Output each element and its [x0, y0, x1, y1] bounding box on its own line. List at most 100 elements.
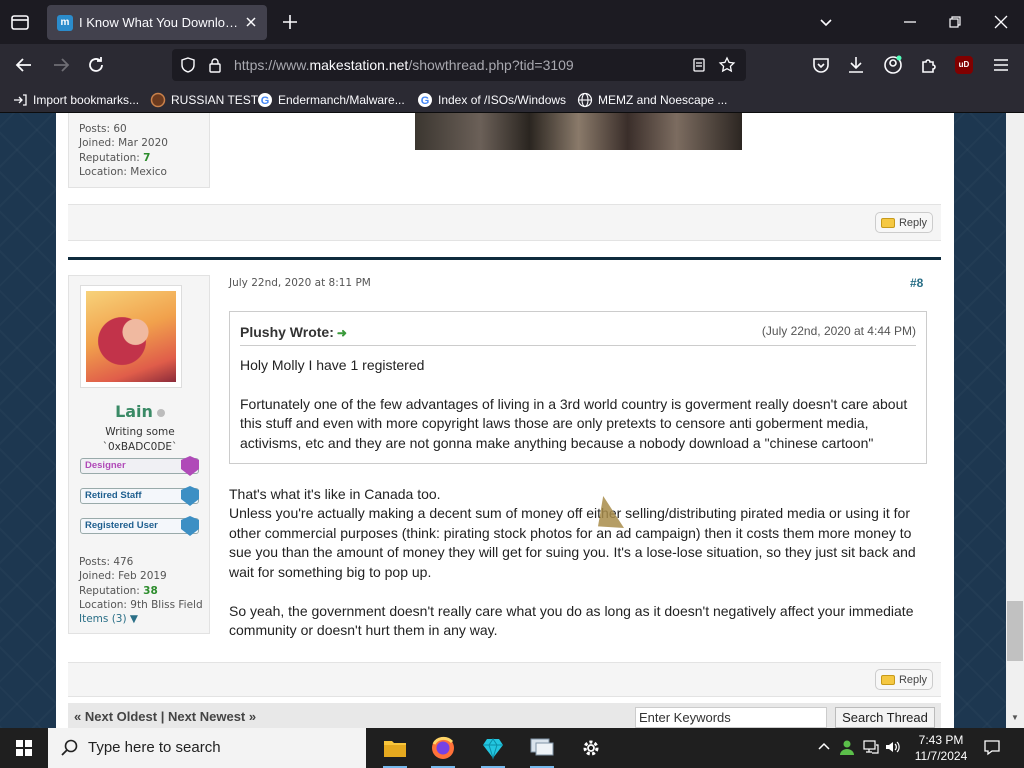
- window-close-icon[interactable]: [991, 12, 1011, 32]
- account-icon[interactable]: [882, 54, 904, 76]
- user-tray-icon[interactable]: [838, 738, 856, 756]
- page-scrollbar[interactable]: ▼: [1006, 113, 1024, 728]
- star-icon[interactable]: [718, 56, 736, 74]
- reputation-value[interactable]: 7: [143, 152, 150, 164]
- bookmark-import[interactable]: Import bookmarks...: [12, 91, 139, 109]
- reload-icon[interactable]: [85, 54, 107, 76]
- notifications-icon[interactable]: [983, 738, 1001, 756]
- back-arrow-icon[interactable]: [13, 54, 35, 76]
- author-reputation: Reputation: 38: [79, 585, 158, 597]
- author-posts: Posts: 60: [79, 123, 127, 135]
- author-location: Location: Mexico: [79, 166, 167, 178]
- bookmark-label: Endermanch/Malware...: [278, 93, 405, 107]
- gem-app-icon[interactable]: [469, 728, 517, 768]
- avatar[interactable]: [80, 285, 182, 388]
- minimize-icon[interactable]: [900, 12, 920, 32]
- search-thread-button[interactable]: Search Thread: [835, 707, 935, 728]
- close-icon[interactable]: [243, 14, 259, 30]
- firefox-icon[interactable]: [419, 728, 467, 768]
- post-line: Unless you're actually making a decent s…: [229, 505, 910, 521]
- volume-icon[interactable]: [884, 738, 902, 756]
- url-text[interactable]: https://www.makestation.net/showthread.p…: [234, 57, 574, 73]
- quote-line: Holy Molly I have 1 registered: [240, 357, 425, 373]
- bookmark-isos[interactable]: G Index of /ISOs/Windows: [417, 91, 566, 109]
- author-joined: Joined: Feb 2019: [79, 570, 167, 582]
- scroll-down-arrow-icon[interactable]: ▼: [1011, 713, 1019, 722]
- post-line: community or doesn't hurt them in any wa…: [229, 622, 498, 638]
- reply-button[interactable]: Reply: [875, 669, 933, 690]
- navigation-toolbar: https://www.makestation.net/showthread.p…: [0, 44, 1024, 86]
- userbar-label: Retired Staff: [85, 490, 142, 501]
- network-icon[interactable]: [862, 738, 880, 756]
- remote-desktop-icon[interactable]: [518, 728, 566, 768]
- hamburger-menu-icon[interactable]: [990, 54, 1012, 76]
- address-bar[interactable]: https://www.makestation.net/showthread.p…: [172, 49, 746, 81]
- ublock-origin-icon[interactable]: uD: [955, 56, 973, 74]
- file-explorer-icon[interactable]: [371, 728, 419, 768]
- bookmark-label: Import bookmarks...: [33, 93, 140, 107]
- google-icon: G: [257, 92, 273, 108]
- shield-icon[interactable]: [179, 56, 197, 74]
- thread-navigation: « Next Oldest | Next Newest » Enter Keyw…: [68, 703, 941, 728]
- url-prefix: https://www.: [234, 57, 310, 73]
- post-line: So yeah, the government doesn't really c…: [229, 603, 914, 619]
- site-favicon-icon: [150, 92, 166, 108]
- scrollbar-thumb[interactable]: [1007, 601, 1023, 661]
- items-link[interactable]: Items (3) ▼: [79, 613, 138, 625]
- user-title: Writing some: [105, 426, 175, 438]
- lock-icon[interactable]: [206, 56, 224, 74]
- tray-chevron-up-icon[interactable]: [815, 738, 833, 756]
- username[interactable]: Lain: [69, 402, 211, 421]
- new-tab-plus-icon[interactable]: [280, 12, 300, 32]
- reply-label: Reply: [898, 673, 928, 686]
- username-text: Lain: [115, 402, 153, 421]
- browser-tab-active[interactable]: m I Know What You Download...: [47, 5, 267, 40]
- forward-arrow-icon[interactable]: [50, 54, 72, 76]
- clock-date: 11/7/2024: [914, 749, 968, 763]
- bookmark-russian-test[interactable]: RUSSIAN TEST: [150, 91, 258, 109]
- userbar-label: Registered User: [85, 520, 158, 531]
- chevron-down-icon[interactable]: [816, 12, 836, 32]
- svg-text:G: G: [421, 95, 430, 107]
- post-line: wait for something big to pop up.: [229, 564, 432, 580]
- post-image: [415, 113, 742, 150]
- download-icon[interactable]: [845, 54, 867, 76]
- extensions-puzzle-icon[interactable]: [918, 54, 940, 76]
- reader-view-icon[interactable]: [690, 56, 708, 74]
- post-divider: [68, 257, 941, 260]
- taskbar-search-placeholder: Type here to search: [88, 739, 221, 756]
- svg-text:G: G: [261, 95, 270, 107]
- post-line: That's what it's like in Canada too.: [229, 486, 441, 502]
- reply-label: Reply: [898, 216, 928, 229]
- speech-bubble-icon: [880, 217, 895, 228]
- restore-icon[interactable]: [945, 12, 965, 32]
- reputation-label: Reputation:: [79, 152, 144, 164]
- userbar-retired-staff: Retired Staff: [80, 486, 199, 506]
- quote-line: this stuff and even with more copyright …: [240, 415, 869, 431]
- import-icon: [12, 92, 28, 108]
- quote-author: Plushy Wrote: ➜: [240, 324, 347, 340]
- reputation-label: Reputation:: [79, 585, 144, 597]
- pocket-icon[interactable]: [810, 54, 832, 76]
- globe-icon: [577, 92, 593, 108]
- post-author-sidebar: Posts: 60 Joined: Mar 2020 Reputation: 7…: [68, 113, 210, 188]
- bookmark-endermanch[interactable]: G Endermanch/Malware...: [257, 91, 405, 109]
- windows-start-icon[interactable]: [0, 728, 48, 768]
- next-oldest-newest-links[interactable]: « Next Oldest | Next Newest »: [74, 709, 256, 724]
- search-keywords-input[interactable]: Enter Keywords: [635, 707, 827, 728]
- post-line: sue you than the amount of money they wi…: [229, 544, 916, 560]
- bookmark-memz[interactable]: MEMZ and Noescape ...: [577, 91, 727, 109]
- quote-line: Fortunately one of the few advantages of…: [240, 396, 908, 412]
- tab-list-icon[interactable]: [8, 10, 32, 34]
- settings-gear-icon[interactable]: [567, 728, 615, 768]
- post-number-link[interactable]: #8: [910, 276, 923, 290]
- taskbar-search[interactable]: Type here to search: [48, 728, 366, 768]
- reputation-value[interactable]: 38: [143, 585, 158, 597]
- system-clock[interactable]: 7:43 PM 11/7/2024: [908, 732, 974, 764]
- windows-taskbar: Type here to search 7:43 PM 11/7/2024: [0, 728, 1024, 768]
- post-author-sidebar: Lain Writing some `0xBADC0DE` Designer R…: [68, 275, 210, 634]
- reply-button[interactable]: Reply: [875, 212, 933, 233]
- bookmarks-toolbar: Import bookmarks... RUSSIAN TEST G Ender…: [0, 86, 1024, 113]
- arrow-right-icon[interactable]: ➜: [337, 326, 347, 340]
- quote-block: Plushy Wrote: ➜ (July 22nd, 2020 at 4:44 …: [229, 311, 927, 464]
